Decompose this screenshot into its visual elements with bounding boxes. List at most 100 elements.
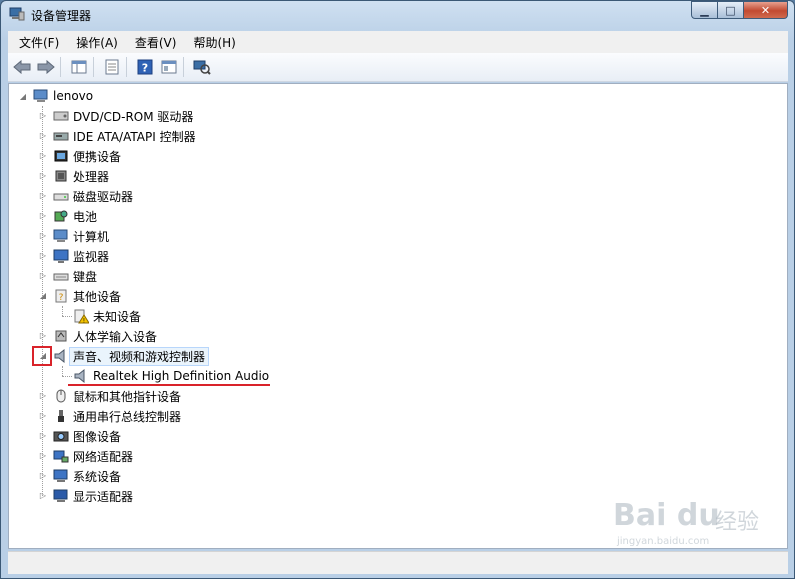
forward-arrow-icon[interactable]	[36, 57, 56, 77]
expand-arrow-icon[interactable]: ▷	[38, 171, 48, 181]
tree-category-label: 磁盘驱动器	[73, 189, 134, 204]
portable-device-icon	[54, 150, 68, 162]
tree-category-label: 图像设备	[73, 429, 122, 444]
help-icon[interactable]: ?	[135, 57, 155, 77]
view-icon[interactable]	[159, 57, 179, 77]
back-arrow-icon[interactable]	[12, 57, 32, 77]
expand-arrow-icon[interactable]: ▷	[38, 231, 48, 241]
tree-category-item[interactable]: 系统设备	[53, 466, 121, 486]
processor-icon	[55, 170, 67, 182]
expand-arrow-icon[interactable]: ▷	[38, 491, 48, 501]
tree-device-label: Realtek High Definition Audio	[93, 369, 270, 383]
tree-category-label: IDE ATA/ATAPI 控制器	[73, 129, 196, 144]
ide-controller-icon	[53, 132, 69, 141]
tree-category-label: 通用串行总线控制器	[73, 409, 182, 424]
display-adapter-icon	[53, 489, 68, 502]
tree-category-item[interactable]: 显示适配器	[53, 486, 133, 506]
status-bar	[8, 551, 788, 574]
tree-device-item[interactable]: ! 未知设备	[73, 306, 141, 326]
tree-category-label: 人体学输入设备	[73, 329, 158, 344]
tree-category-item[interactable]: DVD/CD-ROM 驱动器	[53, 106, 193, 126]
tree-category-label: 便携设备	[73, 149, 122, 164]
expand-arrow-icon[interactable]: ▷	[38, 271, 48, 281]
title-bar[interactable]: 设备管理器 ▁ □ ✕	[1, 1, 794, 29]
tree-category-item[interactable]: IDE ATA/ATAPI 控制器	[53, 126, 196, 146]
svg-text:?: ?	[59, 293, 64, 303]
toolbar: ?	[8, 53, 788, 82]
menu-help[interactable]: 帮助(H)	[182, 34, 241, 51]
tree-category-item[interactable]: 电池	[53, 206, 97, 226]
tree-category-item[interactable]: 计算机	[53, 226, 109, 246]
device-tree-pane[interactable]: ◢ lenovo ▷ DVD/CD-ROM 驱动器 ▷ IDE ATA/ATAPI 控…	[8, 83, 788, 549]
expand-arrow-icon[interactable]: ▷	[38, 471, 48, 481]
tree-category-item[interactable]: 鼠标和其他指针设备	[53, 386, 181, 406]
tree-category-item[interactable]: 键盘	[53, 266, 97, 286]
tree-line	[62, 376, 72, 377]
scan-hardware-icon[interactable]	[192, 57, 212, 77]
tree-category-item[interactable]: 人体学输入设备	[53, 326, 157, 346]
watermark-cn: 经验	[715, 510, 760, 535]
close-button[interactable]: ✕	[744, 1, 788, 19]
expand-arrow-icon[interactable]: ▷	[38, 131, 48, 141]
root-label: lenovo	[53, 89, 94, 103]
speaker-icon	[74, 368, 85, 384]
show-hide-console-tree-icon[interactable]	[69, 57, 89, 77]
expand-arrow-icon[interactable]: ▷	[38, 411, 48, 421]
menu-action[interactable]: 操作(A)	[65, 34, 124, 51]
expand-arrow-icon[interactable]: ▷	[38, 451, 48, 461]
tree-category-item[interactable]: 监视器	[53, 246, 109, 266]
collapse-arrow-icon[interactable]: ◢	[38, 291, 48, 301]
baidu-watermark: Bai du 经验 jingyan.baidu.com	[613, 498, 783, 550]
expand-arrow-icon[interactable]: ▷	[38, 111, 48, 121]
tree-category-item[interactable]: ? 其他设备	[53, 286, 121, 306]
tree-category-item[interactable]: 网络适配器	[53, 446, 133, 466]
other-devices-icon: ?	[55, 289, 67, 303]
expand-arrow-icon[interactable]: ▷	[38, 211, 48, 221]
battery-icon	[54, 210, 68, 222]
toolbar-separator	[93, 57, 94, 77]
tree-category-item[interactable]: 便携设备	[53, 146, 121, 166]
tree-category-label: 监视器	[73, 249, 110, 264]
tree-category-label: DVD/CD-ROM 驱动器	[73, 109, 194, 124]
camera-icon	[53, 431, 69, 442]
tree-category-label: 鼠标和其他指针设备	[73, 389, 182, 404]
network-adapter-icon	[53, 450, 69, 463]
properties-icon[interactable]	[102, 57, 122, 77]
dvd-drive-icon	[53, 111, 69, 121]
menu-view[interactable]: 查看(V)	[124, 34, 183, 51]
tree-category-label: 处理器	[73, 169, 110, 184]
tree-category-item[interactable]: 图像设备	[53, 426, 121, 446]
tree-category-label: 其他设备	[73, 289, 122, 304]
tree-category-item[interactable]: 磁盘驱动器	[53, 186, 133, 206]
tree-line	[62, 366, 63, 376]
tree-category-label: 显示适配器	[73, 489, 134, 504]
tree-category-item[interactable]: 处理器	[53, 166, 109, 186]
disk-drive-icon	[53, 193, 69, 201]
menu-file[interactable]: 文件(F)	[8, 34, 65, 51]
window-title: 设备管理器	[31, 9, 92, 23]
maximize-button[interactable]: □	[718, 1, 744, 19]
tree-category-label: 计算机	[73, 229, 110, 244]
expand-arrow-icon[interactable]: ▷	[38, 391, 48, 401]
hid-icon	[55, 330, 67, 342]
expand-arrow-icon[interactable]: ▷	[38, 251, 48, 261]
expand-arrow-icon[interactable]: ▷	[38, 191, 48, 201]
tree-device-item[interactable]: Realtek High Definition Audio	[73, 366, 269, 386]
computer-icon	[53, 229, 68, 242]
expand-arrow-icon[interactable]: ▷	[38, 331, 48, 341]
minimize-button[interactable]: ▁	[691, 1, 718, 19]
svg-text:?: ?	[142, 62, 148, 75]
tree-category-item[interactable]: 声音、视频和游戏控制器	[53, 346, 210, 366]
collapse-arrow-icon[interactable]: ◢	[18, 92, 28, 102]
tree-category-label: 系统设备	[73, 469, 122, 484]
expand-arrow-icon[interactable]: ▷	[38, 151, 48, 161]
tree-category-item[interactable]: 通用串行总线控制器	[53, 406, 181, 426]
device-manager-window: 设备管理器 ▁ □ ✕ 文件(F) 操作(A) 查看(V) 帮助(H) ? ◢ …	[0, 0, 795, 579]
tree-line	[62, 316, 72, 317]
toolbar-separator	[60, 57, 61, 77]
expand-arrow-icon[interactable]: ▷	[38, 431, 48, 441]
tree-category-label: 网络适配器	[73, 449, 134, 464]
tree-root[interactable]: lenovo	[33, 86, 93, 106]
caption-buttons: ▁ □ ✕	[691, 1, 788, 21]
unknown-device-warning-icon: !	[74, 309, 89, 324]
